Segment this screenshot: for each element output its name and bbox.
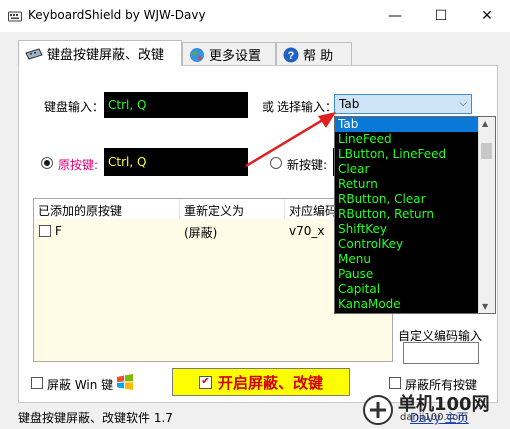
- table-row-key: F: [55, 224, 62, 238]
- start-block-checkbox[interactable]: ✔: [198, 375, 212, 389]
- dropdown-option[interactable]: Return: [335, 177, 495, 192]
- tab-label: 更多设置: [209, 49, 262, 64]
- dropdown-option[interactable]: Clear: [335, 162, 495, 177]
- maximize-button[interactable]: ☐: [418, 0, 464, 32]
- tab-label: 帮 助: [303, 49, 334, 64]
- original-key-radio[interactable]: [41, 157, 53, 169]
- column-header-code[interactable]: 对应编码: [289, 202, 337, 219]
- tab-keyboard-block[interactable]: 键盘按键屏蔽、改键: [18, 40, 182, 66]
- tab-label: 键盘按键屏蔽、改键: [47, 48, 165, 63]
- chevron-down-icon: ⌵: [459, 98, 467, 109]
- dropdown-option[interactable]: Pause: [335, 267, 495, 282]
- tab-more-settings[interactable]: 更多设置: [182, 42, 276, 66]
- help-icon: ?: [283, 47, 299, 62]
- keyboard-input-label: 键盘输入：: [44, 100, 105, 114]
- block-win-label: 屏蔽 Win 键: [47, 378, 114, 392]
- close-button[interactable]: ✕: [464, 0, 510, 32]
- chevron-up-icon[interactable]: ▲: [482, 119, 488, 128]
- tab-help[interactable]: ? 帮 助: [276, 42, 352, 66]
- status-text: 键盘按键屏蔽、改键软件 1.7: [18, 411, 173, 425]
- globe-icon: [190, 47, 204, 62]
- watermark: 单机100网 danji100.com: [360, 388, 510, 429]
- start-block-label: 开启屏蔽、改键: [217, 373, 323, 392]
- dropdown-option[interactable]: ControlKey: [335, 237, 495, 252]
- keyboard-input-field[interactable]: Ctrl, Q: [104, 92, 248, 118]
- svg-text:?: ?: [288, 50, 295, 62]
- select-value: Tab: [339, 97, 360, 111]
- scrollbar-thumb[interactable]: [481, 143, 492, 159]
- dropdown-option[interactable]: ShiftKey: [335, 222, 495, 237]
- dropdown-option[interactable]: LineFeed: [335, 132, 495, 147]
- start-block-button[interactable]: ✔ 开启屏蔽、改键: [172, 368, 350, 396]
- column-header-original-key[interactable]: 已添加的原按键: [38, 202, 122, 219]
- windows-logo-icon: [117, 374, 133, 390]
- table-row-code: v70_x: [289, 224, 325, 238]
- watermark-subtext: danji100.com: [400, 412, 468, 423]
- arrow-icon: [245, 112, 336, 168]
- minimize-button[interactable]: —: [372, 0, 418, 32]
- row-checkbox[interactable]: [39, 225, 51, 237]
- dropdown-option[interactable]: Capital: [335, 282, 495, 297]
- dropdown-option[interactable]: KanaMode: [335, 297, 495, 312]
- custom-code-input[interactable]: [403, 342, 479, 364]
- original-key-label: 原按键:: [58, 158, 99, 172]
- keyboard-app-icon: [8, 11, 22, 22]
- window-title: KeyboardShield by WJW-Davy: [28, 8, 206, 22]
- dropdown-option[interactable]: LButton, LineFeed: [335, 147, 495, 162]
- dropdown-option[interactable]: RButton, Return: [335, 207, 495, 222]
- dropdown-scrollbar[interactable]: ▲ ▼: [478, 117, 495, 313]
- key-select-dropdown[interactable]: Tab ⌵: [334, 94, 472, 114]
- original-key-field[interactable]: Ctrl, Q: [104, 148, 248, 176]
- watermark-logo-icon: [363, 395, 393, 425]
- table-row-redefine: (屏蔽): [184, 226, 218, 240]
- dropdown-option[interactable]: Tab: [335, 117, 495, 132]
- key-dropdown-list[interactable]: Tab LineFeed LButton, LineFeed Clear Return R…: [334, 116, 496, 314]
- dropdown-option[interactable]: Menu: [335, 252, 495, 267]
- chevron-down-icon[interactable]: ▼: [482, 302, 488, 311]
- column-header-redefine[interactable]: 重新定义为: [184, 202, 244, 219]
- keyboard-icon: [25, 47, 43, 60]
- block-win-checkbox[interactable]: [31, 377, 43, 389]
- dropdown-option[interactable]: RButton, Clear: [335, 192, 495, 207]
